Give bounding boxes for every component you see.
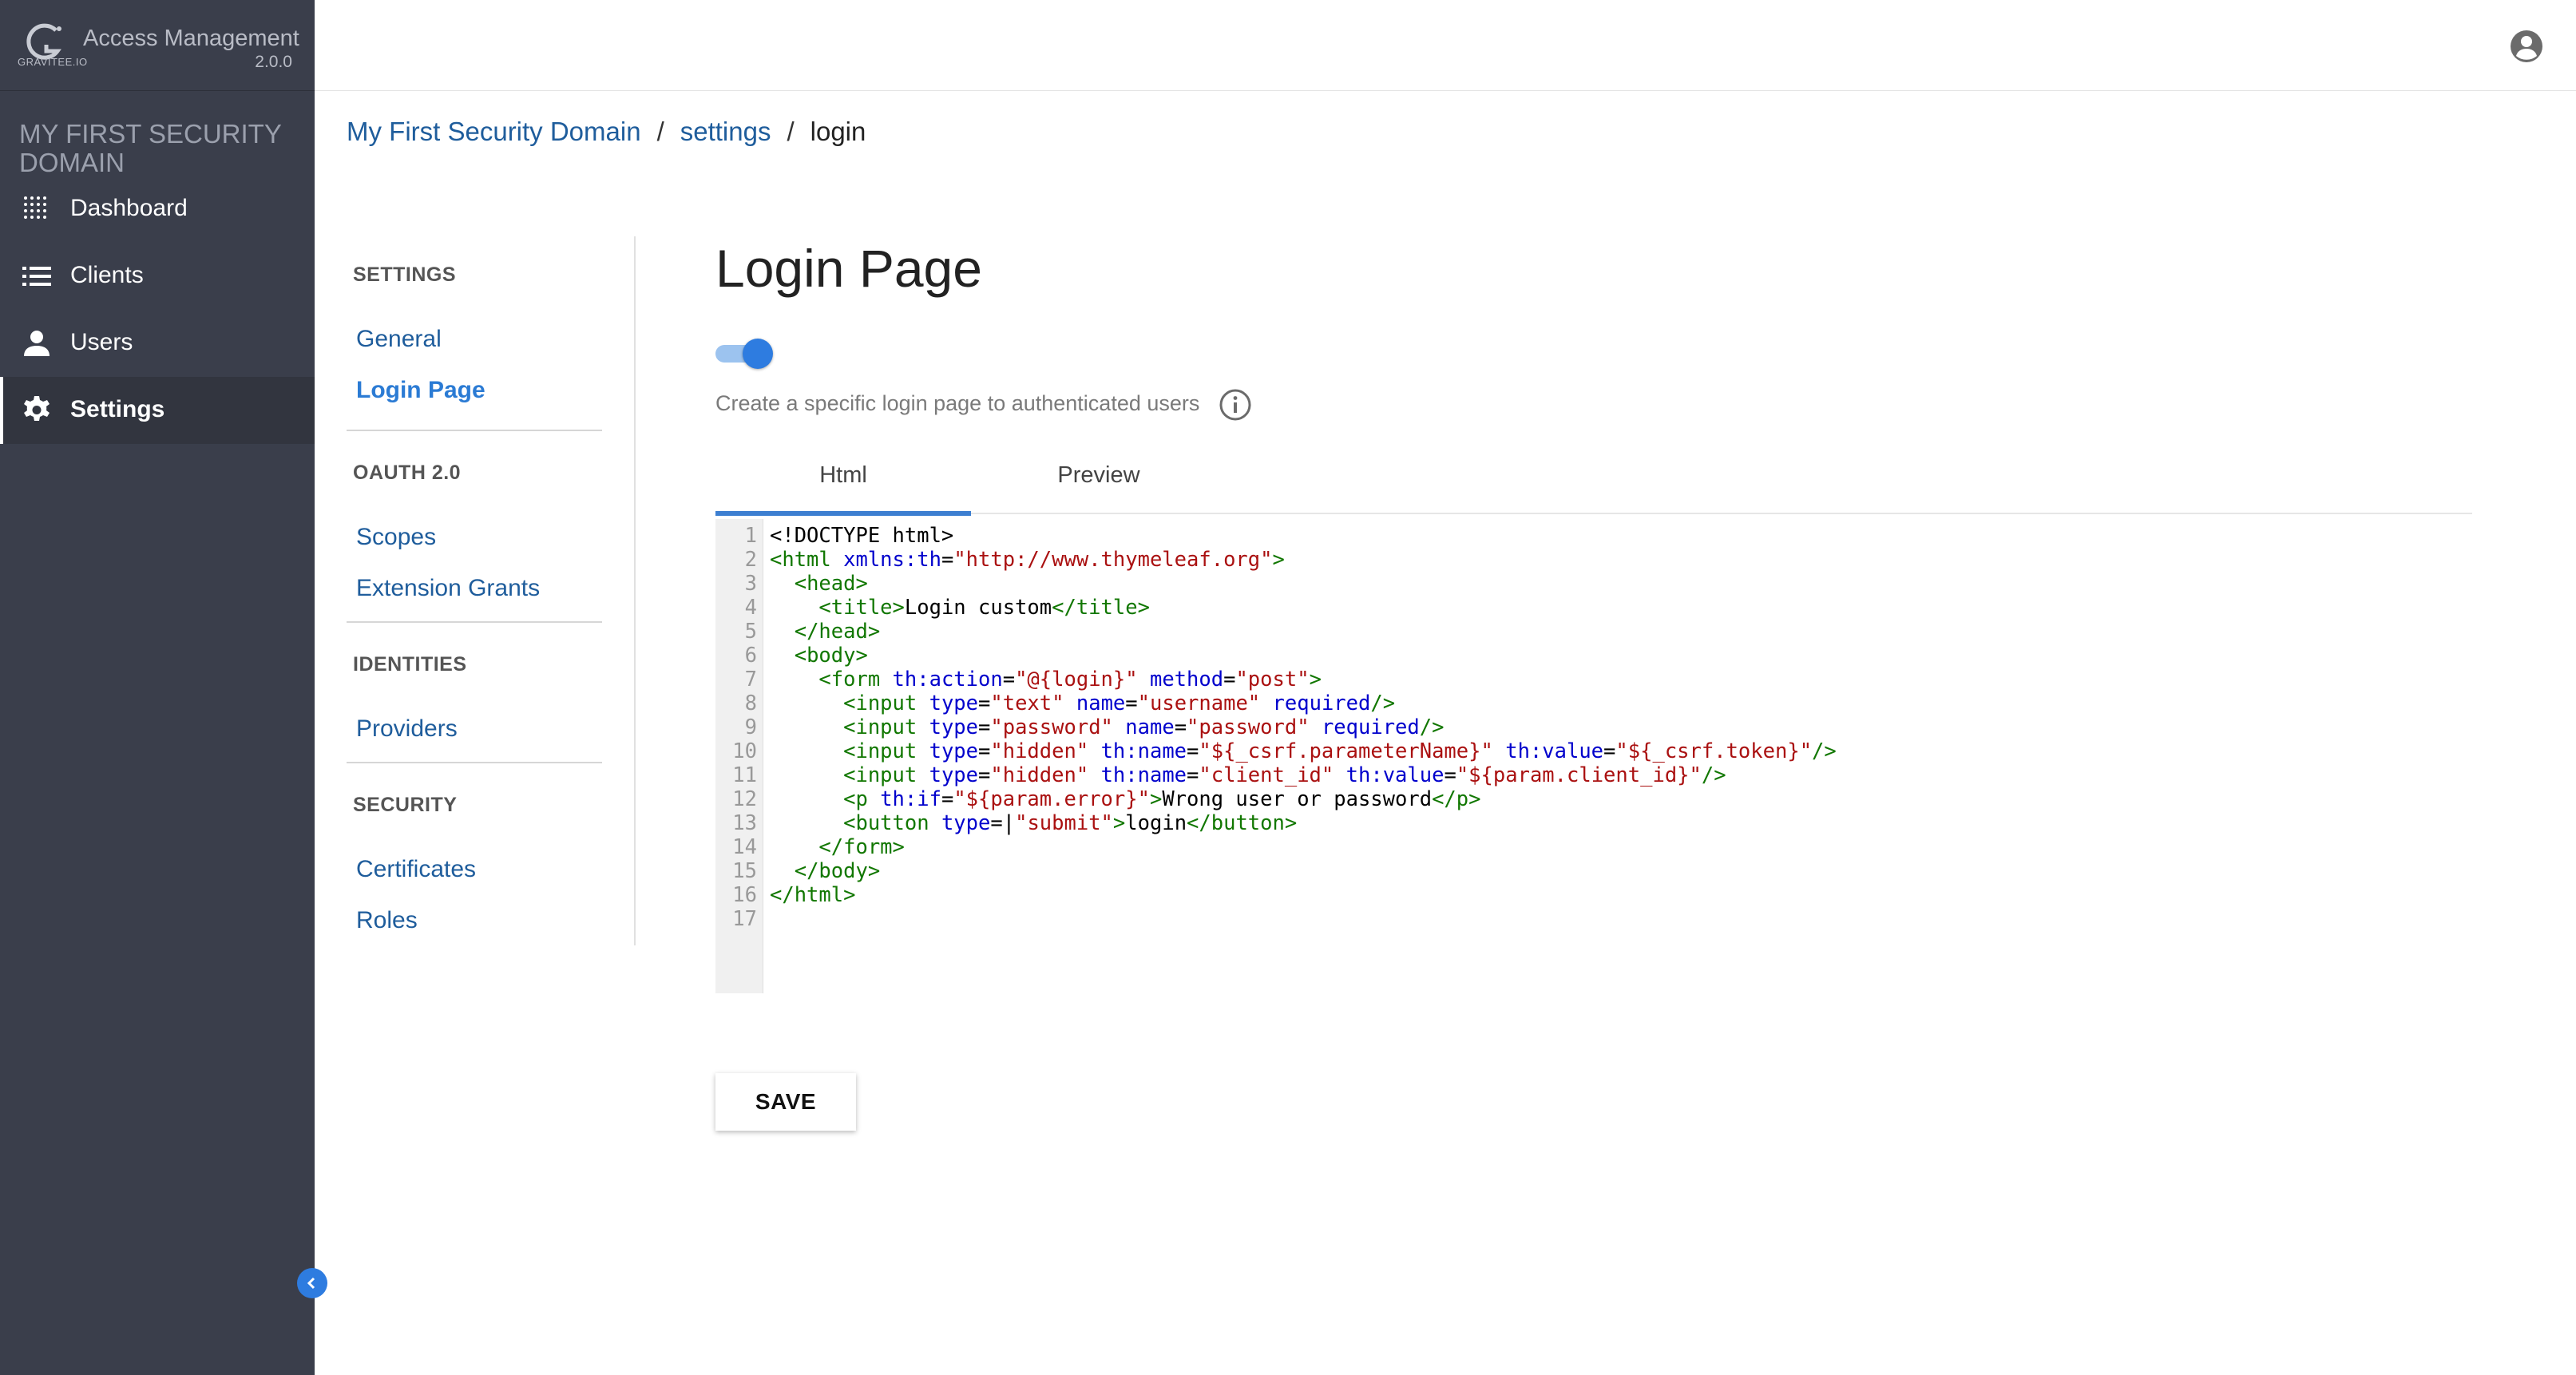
breadcrumb-domain-link[interactable]: My First Security Domain: [347, 117, 641, 147]
sidebar-item-users[interactable]: Users: [0, 310, 315, 377]
breadcrumb-current: login: [810, 117, 866, 146]
line-number: 2: [744, 548, 757, 572]
code-text: </head>: [794, 620, 881, 644]
subnav-link-extension-grants[interactable]: Extension Grants: [356, 575, 540, 602]
code-text: <input type="hidden" th:name="${_csrf.pa…: [843, 739, 1837, 763]
sidebar: GRAVITEE.IO Access Management 2.0.0 MY F…: [0, 0, 327, 1375]
gear-icon: [24, 396, 50, 421]
line-number: 11: [732, 763, 757, 787]
collapse-sidebar-button[interactable]: [297, 1268, 327, 1298]
code-text: <input type="text" name="username" requi…: [843, 691, 1396, 715]
subnav-link-providers[interactable]: Providers: [356, 715, 458, 743]
page-title: Login Page: [715, 239, 982, 298]
line-number: 16: [732, 883, 757, 907]
brand-header[interactable]: GRAVITEE.IO Access Management 2.0.0: [0, 0, 315, 91]
sidebar-item-settings[interactable]: Settings: [0, 377, 315, 444]
line-number: 14: [732, 835, 757, 859]
subnav-section-title: IDENTITIES: [353, 653, 467, 676]
code-text: <input type="hidden" th:name="client_id"…: [843, 763, 1726, 787]
settings-subnav: SETTINGS General Login Page OAUTH 2.0 Sc…: [347, 236, 636, 945]
code-text: </html>: [770, 883, 856, 907]
sidebar-item-label: Clients: [70, 262, 144, 288]
code-text: <button type=|"submit">login</button>: [843, 811, 1298, 835]
toggle-thumb: [743, 339, 773, 369]
subnav-link-general[interactable]: General: [356, 326, 442, 353]
code-text: <p th:if="${param.error}">Wrong user or …: [843, 787, 1481, 811]
html-code-editor[interactable]: 1 <!DOCTYPE html> 2 <html xmlns:th="http://…: [715, 519, 2472, 993]
info-icon[interactable]: [1219, 388, 1252, 422]
logo-text: GRAVITEE.IO: [18, 56, 88, 68]
line-number: 3: [744, 572, 757, 596]
code-text: <html xmlns:th="http://www.thymeleaf.org…: [770, 548, 1285, 572]
line-number: 6: [744, 644, 757, 668]
line-number: 1: [744, 524, 757, 548]
subnav-link-certificates[interactable]: Certificates: [356, 856, 476, 883]
line-number: 7: [744, 668, 757, 691]
subnav-link-roles[interactable]: Roles: [356, 907, 418, 934]
subnav-divider: [347, 621, 602, 623]
line-number: 10: [732, 739, 757, 763]
sidebar-item-dashboard[interactable]: Dashboard: [0, 176, 315, 243]
sidebar-item-label: Dashboard: [70, 195, 188, 221]
subnav-section-title: OAUTH 2.0: [353, 462, 462, 484]
breadcrumb: My First Security Domain / settings / lo…: [347, 117, 866, 147]
line-number: 13: [732, 811, 757, 835]
line-number: 17: [732, 907, 757, 931]
sidebar-item-label: Settings: [70, 396, 165, 422]
person-icon: [24, 331, 50, 356]
app-version: 2.0.0: [255, 53, 292, 71]
line-number: 9: [744, 715, 757, 739]
line-number: 12: [732, 787, 757, 811]
toggle-description: Create a specific login page to authenti…: [715, 391, 1200, 415]
subnav-divider: [347, 430, 602, 431]
account-circle-icon[interactable]: [2509, 29, 2544, 64]
code-text: <input type="password" name="password" r…: [843, 715, 1445, 739]
code-text: <body>: [794, 644, 868, 668]
breadcrumb-settings-link[interactable]: settings: [680, 117, 771, 147]
editor-tabs: Html Preview: [715, 447, 2472, 516]
code-text: <!DOCTYPE html>: [770, 524, 954, 548]
tab-preview[interactable]: Preview: [971, 447, 1227, 514]
domain-title: MY FIRST SECURITY DOMAIN: [19, 119, 282, 177]
line-number: 4: [744, 596, 757, 620]
tab-html[interactable]: Html: [715, 447, 971, 516]
breadcrumb-separator: /: [656, 117, 664, 146]
code-text: <title>Login custom</title>: [818, 596, 1150, 620]
save-button[interactable]: SAVE: [715, 1073, 856, 1131]
chevron-left-icon: [307, 1277, 315, 1290]
subnav-link-login-page[interactable]: Login Page: [356, 377, 485, 404]
line-number: 8: [744, 691, 757, 715]
subnav-divider: [347, 762, 602, 763]
sidebar-item-clients[interactable]: Clients: [0, 243, 315, 310]
subnav-section-title: SETTINGS: [353, 264, 457, 286]
app-name: Access Management: [83, 26, 299, 51]
breadcrumb-separator: /: [787, 117, 795, 146]
login-page-toggle[interactable]: [715, 339, 773, 369]
code-text: </body>: [794, 859, 881, 883]
list-icon: [22, 267, 51, 286]
top-bar: [315, 0, 2576, 91]
code-text: <head>: [794, 572, 868, 596]
subnav-section-title: SECURITY: [353, 794, 458, 816]
subnav-link-scopes[interactable]: Scopes: [356, 524, 436, 551]
dashboard-dots-icon: [24, 196, 46, 219]
code-text: </form>: [818, 835, 905, 859]
line-number: 15: [732, 859, 757, 883]
line-number: 5: [744, 620, 757, 644]
sidebar-item-label: Users: [70, 329, 133, 355]
code-text: <form th:action="@{login}" method="post"…: [818, 668, 1322, 691]
